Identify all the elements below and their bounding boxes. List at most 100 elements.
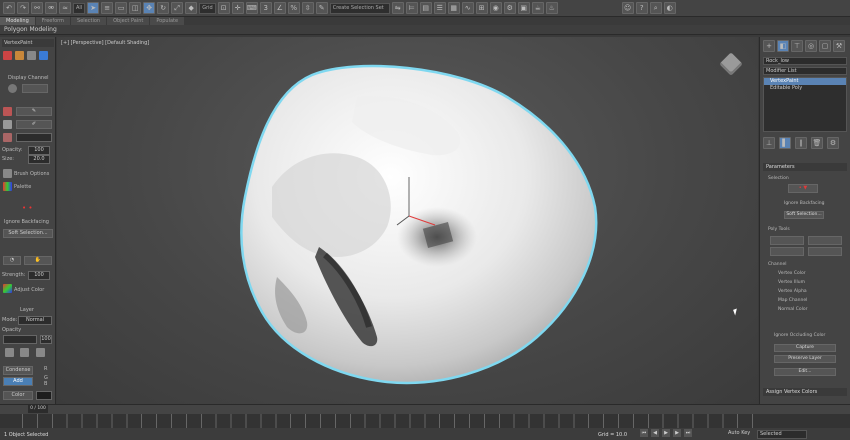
poly-tool-d[interactable] [808, 247, 842, 256]
rendered-frame-icon[interactable]: ▣ [517, 2, 530, 14]
channel-swatch[interactable] [22, 84, 48, 93]
channel-vertex-illum[interactable]: Vertex Illum [778, 280, 805, 285]
soft-selection-button-left[interactable]: Soft Selection... [3, 229, 53, 238]
color-swatch[interactable] [16, 133, 52, 142]
condense-layers-icon[interactable] [20, 348, 29, 357]
named-selection-dropdown[interactable]: Create Selection Set [329, 2, 390, 14]
color-button[interactable]: Color [3, 391, 33, 400]
tab-selection[interactable]: Selection [71, 17, 107, 25]
prev-frame-icon[interactable]: ◀ [651, 429, 659, 437]
rotate-icon[interactable]: ↻ [157, 2, 170, 14]
ribbon-toggle-icon[interactable]: ▦ [447, 2, 460, 14]
hierarchy-tab-icon[interactable]: ⊤ [791, 40, 803, 52]
create-tab-icon[interactable]: + [763, 40, 775, 52]
condense-button[interactable]: Condense [3, 366, 33, 375]
bind-spacewarp-icon[interactable]: ≈ [59, 2, 71, 14]
selection-filter-dropdown[interactable]: All [73, 2, 86, 14]
tab-modeling[interactable]: Modeling [0, 17, 35, 25]
scale-icon[interactable]: ⤢ [171, 2, 184, 14]
palette-label[interactable]: Palette [14, 184, 31, 190]
poly-tool-c[interactable] [770, 247, 804, 256]
erase-all-icon[interactable] [3, 120, 12, 129]
time-slider[interactable]: 0 / 100 [0, 405, 850, 414]
assign-vertex-colors-header[interactable]: Assign Vertex Colors [763, 388, 847, 396]
user-icon[interactable]: ☺ [621, 2, 634, 14]
select-by-name-icon[interactable]: ≡ [101, 2, 114, 14]
percent-snap-icon[interactable]: % [287, 2, 300, 14]
play-icon[interactable]: ▶ [662, 429, 670, 437]
brush-options-icon[interactable] [3, 169, 12, 178]
pin-stack-icon[interactable]: ⊥ [763, 137, 775, 149]
pivot-icon[interactable]: ⊡ [217, 2, 230, 14]
tab-freeform[interactable]: Freeform [35, 17, 71, 25]
placement-icon[interactable]: ◆ [185, 2, 198, 14]
layer-explorer-icon[interactable]: ▤ [419, 2, 432, 14]
remove-modifier-icon[interactable]: 🗑 [811, 137, 823, 149]
angle-snap-icon[interactable]: ∠ [273, 2, 286, 14]
channel-normal-color[interactable]: Normal Color [778, 307, 807, 312]
size-field[interactable]: 20.0 [28, 155, 50, 164]
stack-item-vertexpaint[interactable]: VertexPaint [764, 78, 846, 85]
keyboard-shortcut-icon[interactable]: ⌨ [245, 2, 258, 14]
render-setup-icon[interactable]: ⚙ [503, 2, 516, 14]
mode-dropdown[interactable]: Normal [18, 316, 52, 325]
window-crossing-icon[interactable]: ◫ [129, 2, 142, 14]
paint-icon[interactable] [3, 51, 12, 60]
color-swatch-bottom[interactable] [36, 391, 52, 400]
next-frame-icon[interactable]: ▶ [673, 429, 681, 437]
blur-tool-button[interactable]: ◔ [3, 256, 21, 265]
redo-icon[interactable]: ↷ [17, 2, 29, 14]
selection-mode-buttons[interactable]: • ▼ [788, 184, 818, 193]
render-production-icon[interactable]: ♨ [545, 2, 558, 14]
ignore-occluding-checkbox[interactable]: Ignore Occluding Color [774, 333, 825, 338]
link-icon[interactable]: ⚯ [31, 2, 43, 14]
material-editor-icon[interactable]: ◉ [489, 2, 502, 14]
go-end-icon[interactable]: ⏭ [684, 429, 692, 437]
snap-toggle-icon[interactable]: 3 [259, 2, 272, 14]
poly-tool-a[interactable] [770, 236, 804, 245]
select-manipulate-icon[interactable]: ✛ [231, 2, 244, 14]
adjust-color-icon[interactable] [3, 284, 12, 293]
move-icon[interactable]: ✥ [143, 2, 156, 14]
go-start-icon[interactable]: ⏮ [640, 429, 648, 437]
key-filter-dropdown[interactable]: Selected [757, 430, 807, 439]
capture-button[interactable]: Capture [774, 344, 836, 352]
modify-tab-icon[interactable]: ◧ [777, 40, 789, 52]
align-icon[interactable]: ⊨ [405, 2, 418, 14]
help-icon[interactable]: ? [635, 2, 648, 14]
layer-opacity-field[interactable]: 100 [40, 335, 52, 344]
configure-sets-icon[interactable]: ⚙ [827, 137, 839, 149]
preserve-layer-button[interactable]: Preserve Layer [774, 355, 836, 363]
make-unique-icon[interactable]: ∥ [795, 137, 807, 149]
scene-explorer-icon[interactable]: ☰ [433, 2, 446, 14]
frame-counter[interactable]: 0 / 100 [28, 405, 48, 413]
stack-item-editable-poly[interactable]: Editable Poly [764, 85, 846, 92]
edit-named-selection-icon[interactable]: ✎ [315, 2, 328, 14]
mirror-icon[interactable]: ⇋ [391, 2, 404, 14]
adjust-color-label[interactable]: Adjust Color [14, 287, 44, 293]
erase-brush-button[interactable]: ✐ [16, 120, 52, 129]
show-end-result-icon[interactable]: ▌ [779, 137, 791, 149]
unlink-icon[interactable]: ⚮ [45, 2, 57, 14]
add-button[interactable]: Add [3, 377, 33, 386]
eraser-icon[interactable] [27, 51, 36, 60]
display-tab-icon[interactable]: ▢ [819, 40, 831, 52]
search-icon[interactable]: ⌕ [649, 2, 662, 14]
tab-populate[interactable]: Populate [150, 17, 185, 25]
palette-icon[interactable] [3, 182, 12, 191]
perspective-viewport[interactable]: [+] [Perspective] [Default Shading] [57, 37, 758, 404]
auto-key-button[interactable]: Auto Key [728, 430, 750, 436]
polygon-modeling-label[interactable]: Polygon Modeling [4, 26, 57, 33]
curve-editor-icon[interactable]: ∿ [461, 2, 474, 14]
motion-tab-icon[interactable]: ◎ [805, 40, 817, 52]
workspace-icon[interactable]: ◐ [663, 2, 676, 14]
strength-field[interactable]: 100 [28, 271, 50, 280]
brush-options-label[interactable]: Brush Options [14, 171, 49, 177]
utilities-tab-icon[interactable]: ⚒ [833, 40, 845, 52]
edit-button[interactable]: Edit... [774, 368, 836, 376]
channel-vertex-color[interactable]: Vertex Color [778, 271, 806, 276]
spinner-snap-icon[interactable]: ⇳ [301, 2, 314, 14]
render-icon[interactable]: ☕ [531, 2, 544, 14]
channel-map-channel[interactable]: Map Channel [778, 298, 807, 303]
pick-color-icon[interactable] [3, 133, 12, 142]
